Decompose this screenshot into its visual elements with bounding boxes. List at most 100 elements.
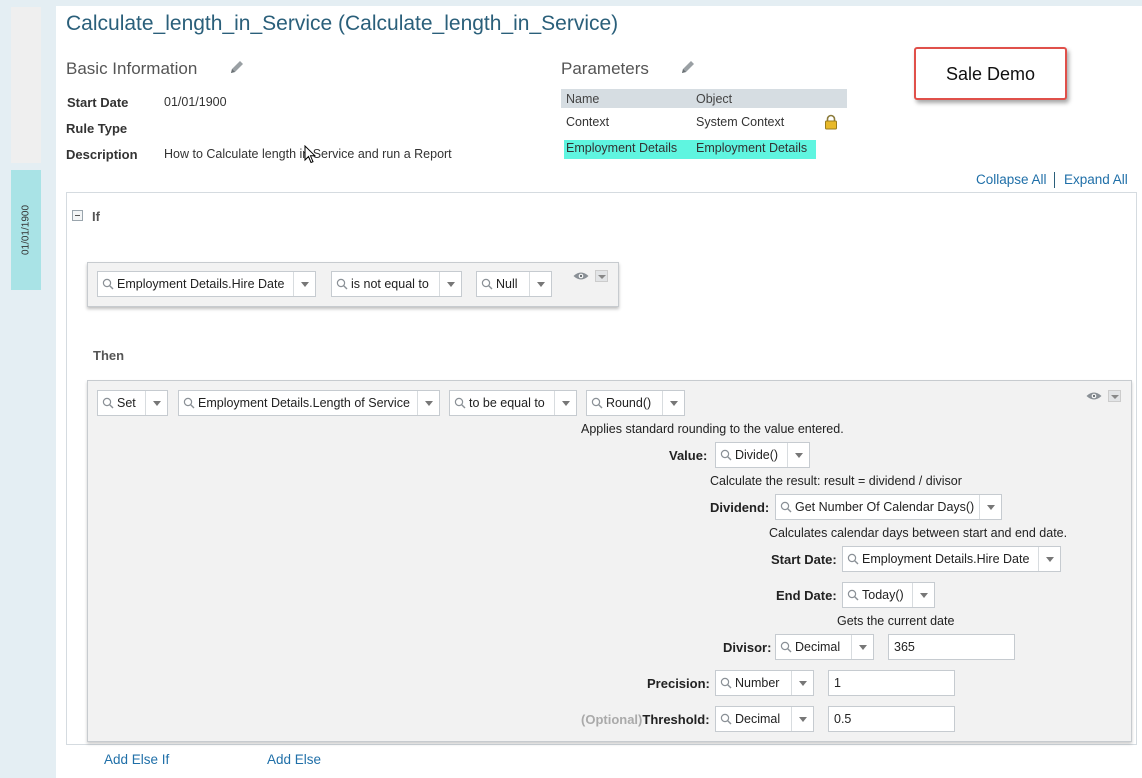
threshold-type-select[interactable]: Decimal	[715, 706, 814, 732]
chevron-down-icon[interactable]	[145, 391, 167, 415]
search-icon	[847, 553, 859, 565]
action-type-value: Set	[117, 396, 136, 410]
chevron-down-icon[interactable]	[979, 495, 1001, 519]
page-title: Calculate_length_in_Service (Calculate_l…	[66, 12, 619, 35]
expand-all-link[interactable]: Expand All	[1064, 172, 1128, 187]
divisor-type-value: Decimal	[795, 640, 841, 654]
if-operator-value: is not equal to	[351, 277, 429, 291]
description-label: Description	[66, 147, 138, 162]
threshold-label: (Optional)Threshold:	[581, 712, 710, 727]
if-operator-select[interactable]: is not equal to	[331, 271, 462, 297]
start-date-param-select[interactable]: Employment Details.Hire Date	[842, 546, 1061, 572]
search-icon	[720, 713, 732, 725]
rail-date-tab[interactable]: 01/01/1900	[11, 170, 41, 290]
function-select[interactable]: Round()	[586, 390, 685, 416]
search-icon	[780, 501, 792, 513]
search-icon	[183, 397, 195, 409]
if-value-value: Null	[496, 277, 518, 291]
col-name-header: Name	[566, 92, 600, 106]
chevron-down-icon[interactable]	[851, 635, 873, 659]
precision-type-value: Number	[735, 676, 780, 690]
chevron-down-icon[interactable]	[787, 443, 809, 467]
precision-label: Precision:	[647, 676, 710, 691]
search-icon	[102, 278, 114, 290]
chevron-down-icon[interactable]	[791, 671, 813, 695]
chevron-down-icon[interactable]	[912, 583, 934, 607]
start-date-param-label: Start Date:	[771, 552, 837, 567]
param-name: Employment Details	[566, 141, 678, 155]
edit-basic-info-pencil-icon[interactable]	[229, 59, 245, 75]
chevron-down-icon[interactable]	[417, 391, 439, 415]
if-field-value: Employment Details.Hire Date	[117, 277, 285, 291]
rule-type-label: Rule Type	[66, 121, 128, 136]
then-operator-value: to be equal to	[469, 396, 545, 410]
end-date-param-select[interactable]: Today()	[842, 582, 935, 608]
threshold-optional-tag: (Optional)	[581, 712, 643, 727]
add-else-if-link[interactable]: Add Else If	[104, 752, 169, 767]
chevron-down-icon[interactable]	[439, 272, 461, 296]
search-icon	[720, 449, 732, 461]
search-icon	[591, 397, 603, 409]
edit-parameters-pencil-icon[interactable]	[680, 59, 696, 75]
then-action-box: Set Employment Details.Length of Service…	[87, 380, 1132, 742]
then-keyword: Then	[93, 348, 125, 363]
precision-value-input[interactable]: 1	[828, 670, 955, 696]
dividend-function-value: Get Number Of Calendar Days()	[795, 500, 975, 514]
threshold-type-value: Decimal	[735, 712, 781, 726]
start-date-param-value: Employment Details.Hire Date	[862, 552, 1030, 566]
if-keyword: If	[92, 209, 100, 224]
today-description: Gets the current date	[837, 614, 955, 628]
if-value-select[interactable]: Null	[476, 271, 552, 297]
end-date-param-label: End Date:	[776, 588, 837, 603]
param-object: Employment Details	[696, 141, 808, 155]
threshold-value-text: 0.5	[834, 712, 852, 726]
search-icon	[720, 677, 732, 689]
chevron-down-icon[interactable]	[791, 707, 813, 731]
end-date-param-value: Today()	[862, 588, 904, 602]
value-function-select[interactable]: Divide()	[715, 442, 810, 468]
calendar-days-description: Calculates calendar days between start a…	[769, 526, 1068, 540]
search-icon	[481, 278, 493, 290]
add-else-link[interactable]: Add Else	[267, 752, 321, 767]
basic-info-title: Basic Information	[66, 59, 198, 78]
divisor-type-select[interactable]: Decimal	[775, 634, 874, 660]
param-object: System Context	[696, 115, 785, 129]
parameters-title: Parameters	[561, 59, 649, 78]
divisor-label: Divisor:	[723, 640, 772, 655]
if-field-select[interactable]: Employment Details.Hire Date	[97, 271, 316, 297]
divisor-value-input[interactable]: 365	[888, 634, 1015, 660]
action-type-select[interactable]: Set	[97, 390, 168, 416]
round-description: Applies standard rounding to the value e…	[581, 422, 844, 436]
start-date-label: Start Date	[67, 95, 129, 110]
value-function-value: Divide()	[735, 448, 779, 462]
value-label: Value:	[669, 448, 708, 463]
divide-description: Calculate the result: result = dividend …	[710, 474, 962, 488]
mouse-cursor-icon	[304, 145, 316, 164]
threshold-value-input[interactable]: 0.5	[828, 706, 955, 732]
chevron-down-icon[interactable]	[529, 272, 551, 296]
search-icon	[847, 589, 859, 601]
target-field-value: Employment Details.Length of Service	[198, 396, 410, 410]
collapse-if-toggle-icon[interactable]	[72, 210, 83, 221]
action-menu-chevron-icon[interactable]	[1108, 390, 1121, 402]
precision-value-text: 1	[834, 676, 841, 690]
chevron-down-icon[interactable]	[293, 272, 315, 296]
search-icon	[102, 397, 114, 409]
dividend-label: Dividend:	[710, 500, 770, 515]
collapse-all-link[interactable]: Collapse All	[976, 172, 1047, 187]
rail-date-label: 01/01/1900	[20, 204, 32, 256]
precision-type-select[interactable]: Number	[715, 670, 814, 696]
search-icon	[454, 397, 466, 409]
chevron-down-icon[interactable]	[554, 391, 576, 415]
if-condition-box: Employment Details.Hire Date is not equa…	[87, 262, 619, 307]
condition-menu-chevron-icon[interactable]	[595, 270, 608, 282]
chevron-down-icon[interactable]	[662, 391, 684, 415]
eye-icon[interactable]	[1086, 391, 1102, 401]
then-operator-select[interactable]: to be equal to	[449, 390, 577, 416]
rail-top-segment	[11, 7, 41, 163]
eye-icon[interactable]	[573, 271, 589, 281]
target-field-select[interactable]: Employment Details.Length of Service	[178, 390, 440, 416]
dividend-function-select[interactable]: Get Number Of Calendar Days()	[775, 494, 1002, 520]
param-name: Context	[566, 115, 610, 129]
chevron-down-icon[interactable]	[1038, 547, 1060, 571]
